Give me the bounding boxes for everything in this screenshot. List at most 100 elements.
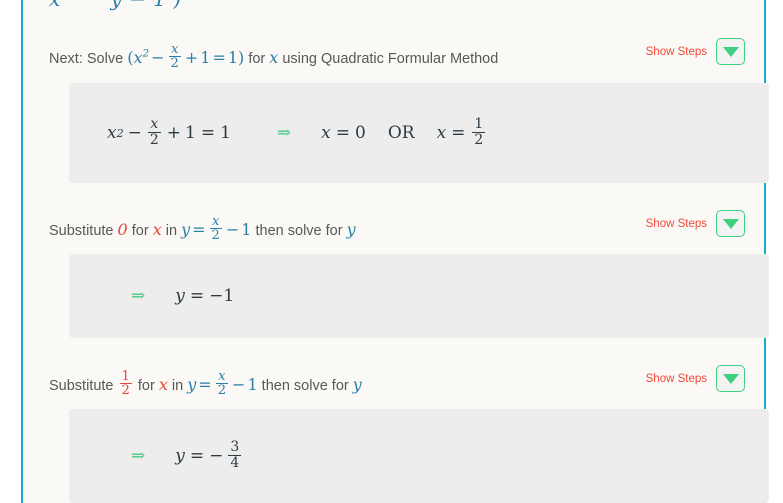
ans-one: 1 xyxy=(185,123,196,143)
substitute-value-fraction: 12 xyxy=(119,369,132,399)
show-steps-button-3[interactable] xyxy=(716,365,745,392)
implies-arrow-1: ⇒ xyxy=(276,123,292,143)
clipped-math-fragment: x y − 1 ) xyxy=(49,0,182,11)
eq-fraction: x2 xyxy=(168,42,181,72)
eq2-equals: = xyxy=(192,219,206,239)
result-minus-3: − xyxy=(209,446,224,466)
prompt-equation-2: y = x 2−1 xyxy=(181,215,252,243)
solve-for-var-2: y xyxy=(346,219,356,239)
prompt-tail: using Quadratic Formular Method xyxy=(282,50,499,67)
answer-content-substitute-half: ⇒ y = −3 4 xyxy=(131,409,243,503)
result-denominator-3: 4 xyxy=(228,454,242,471)
result-equals-2: = xyxy=(189,286,205,306)
ans-var-x: x xyxy=(107,123,117,143)
implies-arrow-3: ⇒ xyxy=(131,446,146,466)
eq-plus: + xyxy=(184,47,199,67)
eq3-var-y: y xyxy=(187,374,197,394)
solution-panel: x y − 1 ) Next: Solve (x2−x2+1=1) for x … xyxy=(21,0,769,503)
eq-frac-denominator: 2 xyxy=(168,56,181,72)
eq2-one: 1 xyxy=(241,219,252,239)
eq3-minus: − xyxy=(232,374,246,394)
eq3-frac-numerator: x xyxy=(218,369,226,384)
result-fraction-3: 34 xyxy=(228,440,242,471)
clipped-expression: y − 1 ) xyxy=(111,0,182,11)
clipped-var-x: x xyxy=(49,0,61,11)
answer-content-substitute-zero: ⇒ y = −1 xyxy=(131,254,234,338)
eq2-var-y: y xyxy=(181,219,191,239)
prompt-lead: Next: Solve xyxy=(49,50,124,67)
prompt-lead-2: Substitute xyxy=(49,222,114,239)
show-steps-control-2[interactable]: Show Steps xyxy=(646,210,745,237)
show-steps-button-2[interactable] xyxy=(716,210,745,237)
answer-box-quadratic: x 2− x 2 +1 = 1 ⇒ x = 0 OR x = 1 2 xyxy=(69,83,769,183)
solution-page: x y − 1 ) Next: Solve (x2−x2+1=1) for x … xyxy=(0,0,783,503)
prompt-substitute-half: Substitute 12 for x in y = x 2−1 then solve… xyxy=(49,370,362,399)
prompt-equation: (x2− x 2 +1 = 1) xyxy=(127,43,245,71)
eq-frac-numerator: x xyxy=(170,42,179,57)
result-var-3: y xyxy=(175,446,185,466)
answer-box-substitute-half: ⇒ y = −3 4 xyxy=(69,409,769,503)
show-steps-label-2[interactable]: Show Steps xyxy=(646,218,707,230)
solution-2-var: x xyxy=(436,123,447,143)
eq2-frac-numerator: x xyxy=(212,214,220,229)
solution-1-var: x xyxy=(321,123,331,143)
for-word-3: for xyxy=(137,377,155,394)
solution-2-denominator: 2 xyxy=(472,131,486,148)
in-word-2: in xyxy=(165,222,178,239)
result-value-2: −1 xyxy=(209,286,235,306)
solution-2-numerator: 1 xyxy=(474,116,484,133)
eq-one: 1 xyxy=(200,47,211,67)
eq3-fraction: x2 xyxy=(215,369,229,399)
eq3-one: 1 xyxy=(247,374,258,394)
solution-2-equals: = xyxy=(451,123,466,143)
ans-frac-denominator: 2 xyxy=(147,131,161,148)
substitute-value-half: 12 xyxy=(118,370,134,398)
substitute-value-numerator: 1 xyxy=(121,369,130,384)
prompt-tail-2: then solve for xyxy=(255,222,343,239)
for-word-2: for xyxy=(131,222,149,239)
paren-close: ) xyxy=(238,47,245,67)
ans-fraction: x2 xyxy=(147,116,161,148)
solution-1-equals: = xyxy=(335,123,350,143)
eq-rhs: 1 xyxy=(227,47,239,67)
show-steps-control-3[interactable]: Show Steps xyxy=(646,365,745,392)
ans-exponent: 2 xyxy=(116,126,124,140)
prompt-lead-3: Substitute xyxy=(49,377,114,394)
eq2-minus: − xyxy=(225,219,240,239)
ans-rhs: 1 xyxy=(220,123,231,143)
answer-content-quadratic: x 2− x 2 +1 = 1 ⇒ x = 0 OR x = 1 2 xyxy=(107,83,487,183)
substitute-target-var-3: x xyxy=(158,374,168,394)
in-word-3: in xyxy=(171,377,184,394)
eq2-frac-denominator: 2 xyxy=(209,228,222,244)
substitute-value-denominator: 2 xyxy=(119,383,132,399)
prompt-quadratic: Next: Solve (x2− x 2 +1 = 1) for x using Quad… xyxy=(49,43,499,72)
substitute-target-var-2: x xyxy=(152,219,162,239)
ans-minus: − xyxy=(127,123,142,143)
eq3-equals: = xyxy=(198,374,212,394)
eq-minus: − xyxy=(151,47,165,67)
ans-plus: + xyxy=(166,123,181,143)
show-steps-button-1[interactable] xyxy=(716,38,745,65)
prompt-substitute-zero: Substitute 0 for x in y = x 2−1 then solve … xyxy=(49,215,356,244)
chevron-down-icon xyxy=(722,46,739,57)
eq-equals: = xyxy=(212,47,226,67)
eq3-frac-denominator: 2 xyxy=(215,383,229,399)
answer-box-substitute-zero: ⇒ y = −1 xyxy=(69,254,769,338)
result-equals-3: = xyxy=(189,446,205,466)
prompt-tail-3: then solve for xyxy=(261,377,349,394)
prompt-equation-3: y = x 2−1 xyxy=(187,370,258,398)
implies-arrow-2: ⇒ xyxy=(131,286,146,306)
prompt-solve-var: x xyxy=(269,47,279,67)
show-steps-control-1[interactable]: Show Steps xyxy=(646,38,745,65)
show-steps-label-3[interactable]: Show Steps xyxy=(646,373,707,385)
solution-1-value: 0 xyxy=(355,123,366,143)
eq2-fraction: x2 xyxy=(209,214,222,244)
or-keyword: OR xyxy=(387,123,415,143)
chevron-down-icon xyxy=(722,218,739,229)
ans-equals: = xyxy=(200,123,216,143)
prompt-mid: for xyxy=(248,50,266,67)
show-steps-label-1[interactable]: Show Steps xyxy=(646,46,707,58)
substitute-value-zero: 0 xyxy=(117,219,128,239)
solve-for-var-3: y xyxy=(352,374,362,394)
ans-frac-numerator: x xyxy=(150,116,159,133)
